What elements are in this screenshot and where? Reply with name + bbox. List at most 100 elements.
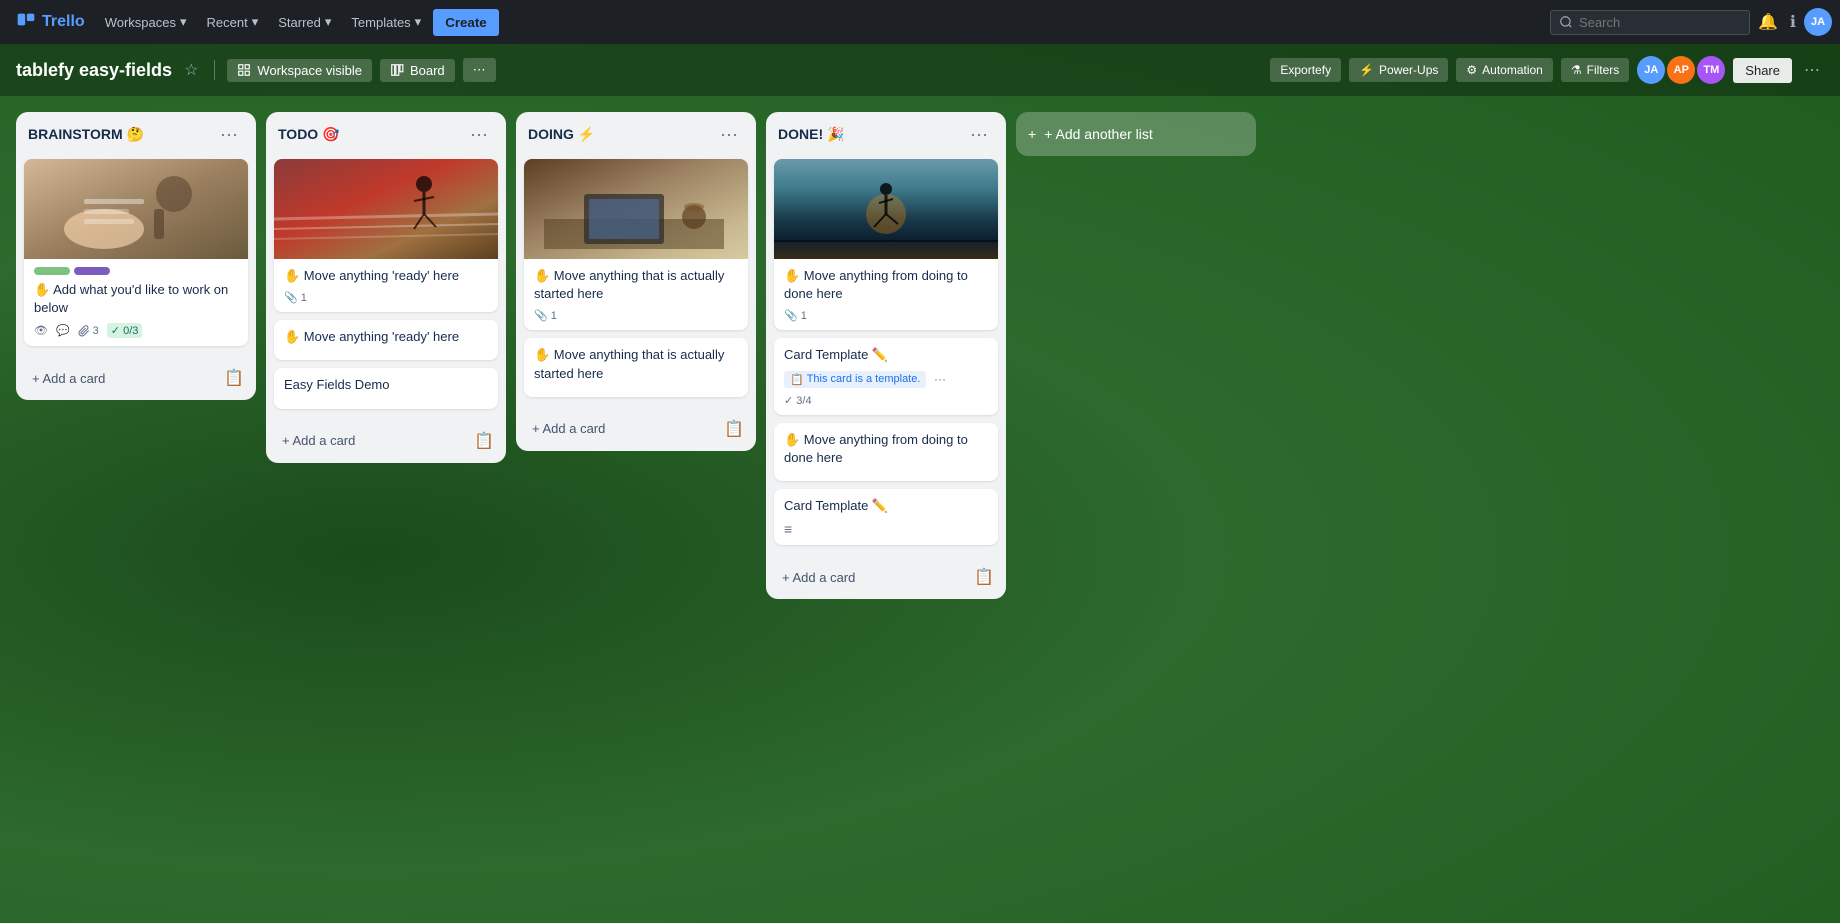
list-cards-done: ✋ Move anything from doing to done here … [766,155,1006,557]
recent-menu[interactable]: Recent ▾ [199,10,267,34]
attach-badge: 📎 1 [784,309,807,322]
avatar-1[interactable]: JA [1804,8,1832,36]
template-badge: 📋 This card is a template. [784,371,926,388]
list-footer-brainstorm: + Add a card 📋 [16,358,256,400]
customize-button[interactable]: ⋯ [463,58,496,82]
share-button[interactable]: Share [1733,58,1792,83]
card-body: ✋ Add what you'd like to work on below 👁… [24,259,248,346]
list-menu-brainstorm[interactable]: ··· [214,122,244,147]
add-card-brainstorm[interactable]: + Add a card [24,365,220,392]
label-green [34,267,70,275]
search-bar [1550,10,1750,35]
add-another-list[interactable]: + + Add another list [1016,112,1256,156]
list-footer-done: + Add a card 📋 [766,557,1006,599]
card-footer: ≡ [784,521,988,537]
board-view-button[interactable]: Board [380,59,455,82]
template-card-btn-todo[interactable]: 📋 [470,427,498,455]
board-avatars: JA AP TM [1637,56,1725,84]
top-navigation: Trello Workspaces ▾ Recent ▾ Starred ▾ T… [0,0,1840,44]
card-body: ✋ Move anything that is actually started… [524,259,748,330]
list-menu-done[interactable]: ··· [964,122,994,147]
board-menu-button[interactable]: ⋯ [1800,56,1824,84]
add-list-label: + Add another list [1044,126,1153,142]
card-text-doing-1: ✋ Move anything that is actually started… [534,267,738,303]
templates-menu[interactable]: Templates ▾ [343,10,429,34]
workspaces-menu[interactable]: Workspaces ▾ [97,10,195,34]
card-text-brainstorm-1: ✋ Add what you'd like to work on below [34,281,238,317]
board-avatar-2[interactable]: AP [1667,56,1695,84]
notifications-button[interactable]: 🔔 [1754,8,1782,36]
list-todo: TODO 🎯 ··· [266,112,506,463]
info-button[interactable]: ℹ [1786,8,1800,36]
add-card-doing[interactable]: + Add a card [524,415,720,442]
workspace-visible-button[interactable]: Workspace visible [227,59,372,82]
app-name: Trello [42,13,85,31]
card-footer: 📎 1 [784,309,988,322]
board-avatar-1[interactable]: JA [1637,56,1665,84]
card-todo-1[interactable]: ✋ Move anything 'ready' here 📎 1 [274,159,498,312]
divider-1 [214,60,215,80]
board-header: tablefy easy-fields ☆ Workspace visible … [0,44,1840,96]
card-todo-3[interactable]: Easy Fields Demo [274,368,498,408]
list-menu-todo[interactable]: ··· [464,122,494,147]
app-logo: Trello [8,12,93,32]
card-done-4[interactable]: Card Template ✏️ ≡ [774,489,998,545]
star-button[interactable]: ☆ [180,56,202,84]
desc-badge: ≡ [784,521,792,537]
filters-button[interactable]: ⚗ Filters [1561,58,1629,82]
card-text-todo-3: Easy Fields Demo [284,376,488,394]
card-done-2[interactable]: Card Template ✏️ 📋 This card is a templa… [774,338,998,414]
list-title-todo: TODO 🎯 [278,126,340,143]
card-labels [34,267,238,275]
checklist-badge: ✓ 0/3 [107,323,143,338]
template-card-btn-doing[interactable]: 📋 [720,415,748,443]
powerups-button[interactable]: ⚡ Power-Ups [1349,58,1448,82]
add-card-done[interactable]: + Add a card [774,564,970,591]
board-title[interactable]: tablefy easy-fields [16,60,172,81]
template-card-btn-brainstorm[interactable]: 📋 [220,364,248,392]
card-body: Card Template ✏️ 📋 This card is a templa… [774,338,998,414]
attach-badge: 3 [78,325,99,337]
list-footer-doing: + Add a card 📋 [516,409,756,451]
card-body: ✋ Move anything from doing to done here … [774,259,998,330]
card-brainstorm-1[interactable]: ✋ Add what you'd like to work on below 👁… [24,159,248,346]
card-body: Easy Fields Demo [274,368,498,408]
list-cards-brainstorm: ✋ Add what you'd like to work on below 👁… [16,155,256,358]
list-header-done: DONE! 🎉 ··· [766,112,1006,155]
checklist-badge-done2: ✓ 3/4 [784,394,812,407]
add-card-todo[interactable]: + Add a card [274,427,470,454]
card-done-1[interactable]: ✋ Move anything from doing to done here … [774,159,998,330]
list-menu-doing[interactable]: ··· [714,122,744,147]
search-icon [1559,15,1573,29]
board-header-right: Exportefy ⚡ Power-Ups ⚙ Automation ⚗ Fil… [1270,56,1824,84]
attach-badge: 📎 1 [534,309,557,322]
workspace-icon [237,63,251,77]
card-body: ✋ Move anything that is actually started… [524,338,748,396]
search-input[interactable] [1579,15,1729,30]
list-title-done: DONE! 🎉 [778,126,844,143]
template-card-btn-done[interactable]: 📋 [970,563,998,591]
board-icon [390,63,404,77]
card-text-done-1: ✋ Move anything from doing to done here [784,267,988,303]
list-footer-todo: + Add a card 📋 [266,421,506,463]
card-text-done-2: Card Template ✏️ [784,346,988,364]
starred-menu[interactable]: Starred ▾ [270,10,339,34]
exportefy-button[interactable]: Exportefy [1270,58,1341,82]
list-doing: DOING ⚡ ··· [516,112,756,451]
comment-badge: 💬 [56,324,70,337]
card-footer: ✓ 3/4 [784,394,988,407]
card-doing-2[interactable]: ✋ Move anything that is actually started… [524,338,748,396]
template-menu-btn[interactable]: ··· [934,372,946,386]
card-footer: 👁 💬 3 ✓ 0/3 [34,323,238,338]
list-cards-doing: ✋ Move anything that is actually started… [516,155,756,409]
list-header-todo: TODO 🎯 ··· [266,112,506,155]
create-button[interactable]: Create [433,9,499,36]
card-text-done-3: ✋ Move anything from doing to done here [784,431,988,467]
card-todo-2[interactable]: ✋ Move anything 'ready' here [274,320,498,360]
card-done-3[interactable]: ✋ Move anything from doing to done here [774,423,998,481]
automation-button[interactable]: ⚙ Automation [1456,58,1552,82]
board-avatar-3[interactable]: TM [1697,56,1725,84]
user-avatars: JA [1804,8,1832,36]
list-header-doing: DOING ⚡ ··· [516,112,756,155]
card-doing-1[interactable]: ✋ Move anything that is actually started… [524,159,748,330]
